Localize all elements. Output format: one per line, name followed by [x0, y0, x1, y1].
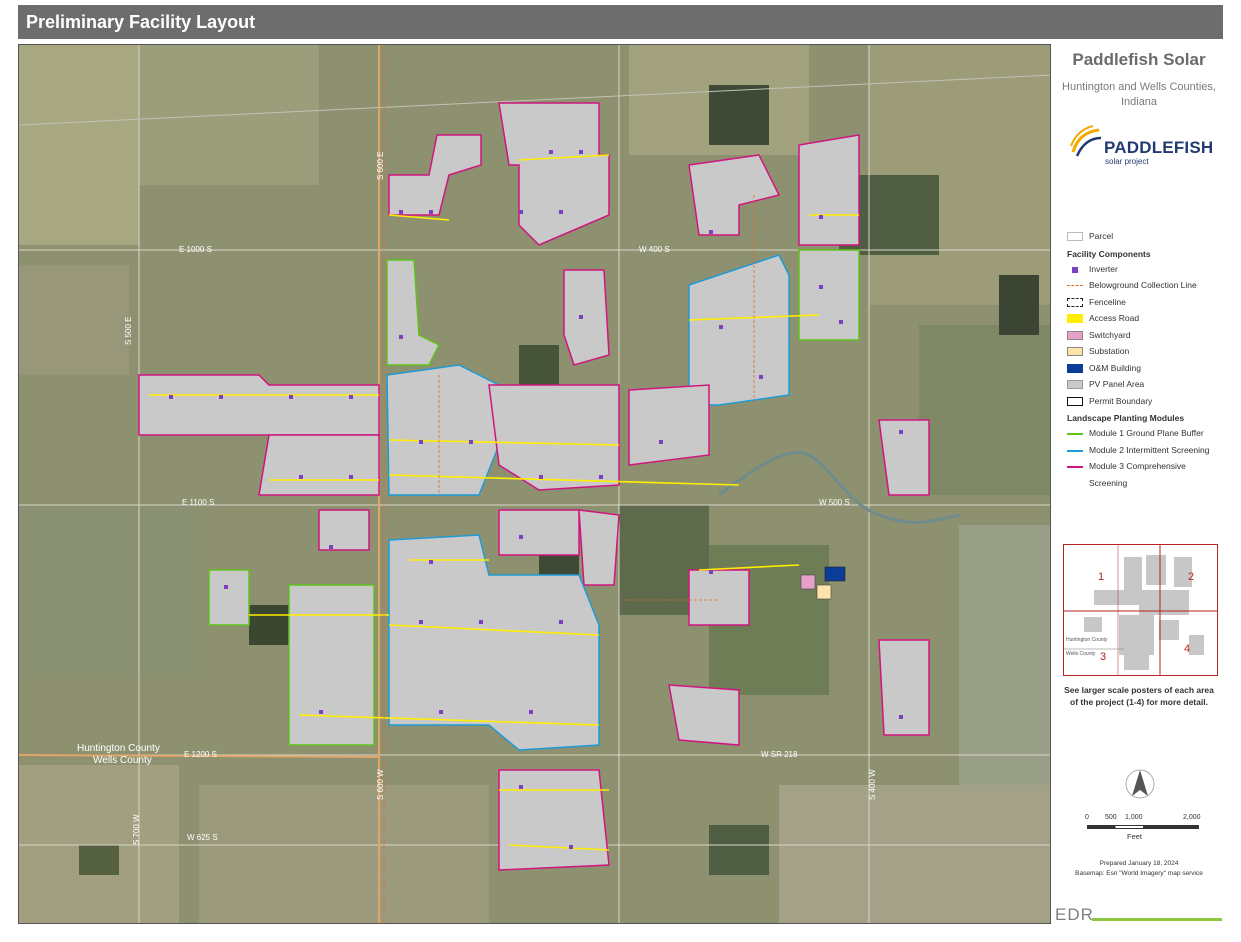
credits: Prepared January 18, 2024 Basemap: Esri … — [1055, 859, 1223, 879]
overview-inset-map[interactable]: 1 2 3 4 Huntington County Wells County — [1063, 544, 1218, 676]
page-title: Preliminary Facility Layout — [18, 5, 1223, 39]
inset-area-2[interactable]: 2 — [1188, 571, 1194, 583]
scale-unit: Feet — [1127, 832, 1143, 841]
legend-facility-heading: Facility Components — [1067, 248, 1151, 259]
label-e1200s: E 1200 S — [184, 750, 217, 759]
legend-om-building: O&M Building — [1067, 360, 1223, 377]
label-s500e: S 500 E — [124, 317, 133, 345]
legend-parcel: Parcel — [1067, 228, 1223, 245]
switchyard[interactable] — [800, 574, 816, 590]
inset-area-4[interactable]: 4 — [1184, 643, 1190, 655]
label-s700w: S 700 W — [132, 814, 141, 845]
legend-module1: Module 1 Ground Plane Buffer — [1067, 425, 1223, 442]
om-building-swatch — [1067, 363, 1083, 373]
inset-county-north: Huntington County — [1066, 637, 1108, 643]
logo-wordmark: PADDLEFISH — [1104, 138, 1214, 157]
label-county-south: Wells County — [93, 755, 152, 766]
fenceline-swatch — [1067, 297, 1083, 307]
collection-line-swatch — [1067, 285, 1083, 286]
legend-switchyard: Switchyard — [1067, 327, 1223, 344]
parcel-swatch — [1067, 232, 1083, 241]
inset-area-1[interactable]: 1 — [1098, 571, 1104, 583]
project-location: Huntington and Wells Counties, Indiana — [1062, 81, 1216, 108]
permit-boundary-swatch — [1067, 396, 1083, 406]
label-e1000s: E 1000 S — [179, 245, 212, 254]
legend-collection-line: Belowground Collection Line — [1067, 277, 1223, 294]
label-w400s: W 400 S — [639, 245, 670, 254]
label-sr218: W SR 218 — [761, 750, 798, 759]
north-arrow-icon — [1125, 769, 1155, 799]
label-s600w: S 600 W — [376, 769, 385, 800]
om-building[interactable] — [824, 566, 846, 582]
legend-inverter: Inverter — [1067, 261, 1223, 278]
label-s400w: S 400 W — [868, 769, 877, 800]
pv-panel-swatch — [1067, 380, 1083, 389]
substation[interactable] — [816, 584, 832, 600]
legend-substation: Substation — [1067, 343, 1223, 360]
switchyard-swatch — [1067, 330, 1083, 340]
legend: Parcel Facility Components Inverter Belo… — [1067, 228, 1223, 488]
module3-swatch — [1067, 466, 1083, 468]
scale-ticks: 0 500 1,000 2,000 — [1085, 814, 1201, 821]
label-e1100s: E 1100 S — [182, 498, 214, 507]
access-road-swatch — [1067, 314, 1083, 323]
scale-bar: 0 500 1,000 2,000 Feet — [1085, 814, 1205, 854]
paddlefish-logo: PADDLEFISH solar project — [1069, 124, 1219, 172]
edr-logo: EDR — [1055, 905, 1094, 924]
inverter-swatch — [1072, 266, 1078, 273]
inset-county-south: Wells County — [1066, 651, 1096, 657]
logo-subtitle: solar project — [1105, 157, 1149, 166]
side-panel: Paddlefish Solar Huntington and Wells Co… — [1055, 44, 1223, 924]
label-w500s: W 500 S — [819, 498, 850, 507]
prepared-date: Prepared January 18, 2024 — [1099, 860, 1179, 867]
label-w625s: W 625 S — [187, 833, 218, 842]
legend-landscape-heading: Landscape Planting Modules — [1067, 413, 1185, 423]
aerial-map[interactable]: E 1000 S W 400 S E 1100 S W 500 S E 1200… — [18, 44, 1051, 924]
legend-module3: Module 3 Comprehensive Screening — [1067, 458, 1223, 488]
legend-access-road: Access Road — [1067, 310, 1223, 327]
legend-module2: Module 2 Intermittent Screening — [1067, 442, 1223, 459]
edr-accent-line — [1092, 918, 1222, 921]
scale-bar-graphic — [1087, 825, 1199, 829]
sunburst-icon — [1070, 125, 1102, 157]
legend-pv-panel: PV Panel Area — [1067, 376, 1223, 393]
module1-swatch — [1067, 433, 1083, 435]
label-s600e: S 600 E — [376, 152, 385, 180]
legend-fenceline: Fenceline — [1067, 294, 1223, 311]
inset-area-3[interactable]: 3 — [1100, 651, 1106, 663]
inset-note: See larger scale posters of each area of… — [1064, 685, 1214, 707]
map-canvas[interactable]: E 1000 S W 400 S E 1100 S W 500 S E 1200… — [19, 45, 1051, 924]
label-county-north: Huntington County — [77, 743, 160, 754]
project-name: Paddlefish Solar — [1072, 50, 1206, 69]
legend-permit-boundary: Permit Boundary — [1067, 393, 1223, 410]
substation-swatch — [1067, 347, 1083, 356]
basemap-credit: Basemap: Esri "World Imagery" map servic… — [1075, 870, 1203, 877]
module2-swatch — [1067, 449, 1083, 452]
